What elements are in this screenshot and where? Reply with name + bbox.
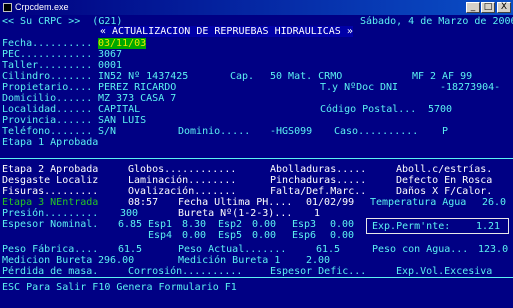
etapa1-status: Etapa 1 Aprobada bbox=[2, 137, 99, 148]
divider-status bbox=[0, 277, 513, 278]
title-bar: Crpcdem.exe _ □ X bbox=[0, 0, 513, 15]
fecha-ultima-field[interactable]: 01/02/99 bbox=[306, 197, 354, 208]
med-bureta1-label: Medición Bureta 1 bbox=[178, 255, 281, 266]
screen-title: « ACTUALIZACION DE REPRUEBAS HIDRAULICAS… bbox=[100, 26, 353, 37]
domicilio-label: Domicilio...... bbox=[2, 93, 93, 104]
peso-agua-field[interactable]: 123.0 bbox=[478, 244, 508, 255]
caso-label: Caso.......... bbox=[334, 126, 419, 137]
fecha-ultima-label: Fecha Ultima PH.... bbox=[178, 197, 293, 208]
cilindro-label: Cilindro....... bbox=[2, 71, 93, 82]
med-bureta-field[interactable]: 296.00 bbox=[98, 255, 134, 266]
abolladuras-field[interactable]: Abolladuras..... bbox=[270, 164, 366, 175]
codpostal-field[interactable]: 5700 bbox=[428, 104, 452, 115]
bureta-field[interactable]: 1 bbox=[314, 208, 320, 219]
status-bar: ESC Para Salir F10 Genera Formulario F1 bbox=[2, 282, 237, 293]
med-bureta1-field[interactable]: 2.00 bbox=[306, 255, 330, 266]
tdoc-number-field[interactable]: -18273904- bbox=[440, 82, 500, 93]
cap-field[interactable]: 50 Mat. CRMO bbox=[270, 71, 342, 82]
bureta-label: Bureta Nº(1-2-3)... bbox=[178, 208, 293, 219]
peso-actual-label: Peso Actual....... bbox=[178, 244, 287, 255]
fisuras-field[interactable]: Fisuras......... bbox=[2, 186, 98, 197]
etapa2-title: Etapa 2 Aprobada bbox=[2, 164, 99, 175]
exp-perm-label: Exp.Perm'nte: bbox=[372, 221, 451, 232]
entrada-time: 08:57 bbox=[128, 197, 159, 208]
app-icon bbox=[3, 3, 12, 12]
tdoc-label: T.y NºDoc bbox=[320, 82, 375, 93]
esp6-field[interactable]: 0.00 bbox=[330, 230, 354, 241]
pinchaduras-field[interactable]: Pinchaduras..... bbox=[270, 175, 366, 186]
telefono-field[interactable]: S/N bbox=[98, 126, 116, 137]
dominio-label: Dominio..... bbox=[178, 126, 251, 137]
corrosion-field[interactable]: Corrosión.......... bbox=[128, 266, 242, 277]
etapa3-title: Etapa 3 NEntrada bbox=[2, 197, 99, 208]
cilindro-field[interactable]: IN52 Nº 1437425 bbox=[98, 71, 188, 82]
fecha-label: Fecha.......... bbox=[2, 38, 93, 49]
window-title: Crpcdem.exe bbox=[15, 2, 69, 12]
divider-etapa2 bbox=[0, 158, 513, 159]
peso-fabrica-label: Peso Fábrica.... bbox=[2, 244, 99, 255]
esp3-field[interactable]: 0.00 bbox=[330, 219, 354, 230]
mf-field[interactable]: 2 AF 99 bbox=[430, 71, 472, 82]
taller-field[interactable]: 0001 bbox=[98, 60, 122, 71]
esp3-label: Esp3 bbox=[292, 219, 317, 230]
esp2-field[interactable]: 0.00 bbox=[252, 219, 276, 230]
pec-field[interactable]: 3067 bbox=[98, 49, 122, 60]
desgaste-field[interactable]: Desgaste Localiz bbox=[2, 175, 98, 186]
aboll-estrias-field[interactable]: Aboll.c/estrías. bbox=[396, 164, 492, 175]
temp-label: Temperatura Agua bbox=[370, 197, 467, 208]
peso-agua-label: Peso con Agua... bbox=[372, 244, 469, 255]
danos-fcalor-field[interactable]: Daños X F/Calor. bbox=[396, 186, 492, 197]
minimize-button[interactable]: _ bbox=[466, 2, 480, 13]
propietario-field[interactable]: PEREZ RICARDO bbox=[98, 82, 176, 93]
provincia-field[interactable]: SAN LUIS bbox=[98, 115, 146, 126]
codpostal-label: Código Postal... bbox=[320, 104, 417, 115]
esp4-field[interactable]: 0.00 bbox=[182, 230, 206, 241]
domicilio-field[interactable]: MZ 373 CASA 7 bbox=[98, 93, 176, 104]
caso-field[interactable]: P bbox=[442, 126, 448, 137]
fecha-field[interactable]: 03/11/03 bbox=[98, 38, 147, 49]
esp5-field[interactable]: 0.00 bbox=[252, 230, 276, 241]
maximize-button[interactable]: □ bbox=[481, 2, 495, 13]
esp5-label: Esp5 bbox=[218, 230, 243, 241]
presion-field[interactable]: 300 bbox=[120, 208, 138, 219]
cap-label: Cap. bbox=[230, 71, 255, 82]
date-display: Sábado, 4 de Marzo de 2006 bbox=[360, 16, 513, 27]
perdida-masa-field[interactable]: Pérdida de masa. bbox=[2, 266, 98, 277]
mf-label: MF bbox=[412, 71, 425, 82]
esp4-label: Esp4 bbox=[148, 230, 173, 241]
pec-label: PEC............ bbox=[2, 49, 93, 60]
esp1-field[interactable]: 8.30 bbox=[182, 219, 206, 230]
med-bureta-label: Medicion Bureta bbox=[2, 255, 93, 266]
exp-vol-field[interactable]: Exp.Vol.Excesiva bbox=[396, 266, 492, 277]
app-window: Crpcdem.exe _ □ X << Su CRPC >> (G21) Sá… bbox=[0, 0, 513, 308]
propietario-label: Propietario.... bbox=[2, 82, 93, 93]
console-area: << Su CRPC >> (G21) Sábado, 4 de Marzo d… bbox=[0, 15, 513, 308]
esp2-label: Esp2 bbox=[218, 219, 243, 230]
temp-field[interactable]: 26.0 bbox=[482, 197, 506, 208]
dominio-field[interactable]: -HGS099 bbox=[270, 126, 312, 137]
localidad-field[interactable]: CAPITAL bbox=[98, 104, 140, 115]
peso-actual-field[interactable]: 61.5 bbox=[316, 244, 340, 255]
tdoc-type-field[interactable]: DNI bbox=[380, 82, 398, 93]
espesor-label: Espesor Nominal. bbox=[2, 219, 99, 230]
exp-perm-field[interactable]: 1.21 bbox=[476, 221, 500, 232]
close-button[interactable]: X bbox=[497, 2, 511, 13]
taller-label: Taller......... bbox=[2, 60, 93, 71]
defecto-rosca-field[interactable]: Defecto En Rosca bbox=[396, 175, 492, 186]
telefono-label: Teléfono....... bbox=[2, 126, 93, 137]
provincia-label: Provincia...... bbox=[2, 115, 93, 126]
peso-fabrica-field[interactable]: 61.5 bbox=[118, 244, 142, 255]
ovalizacion-field[interactable]: Ovalización....... bbox=[128, 186, 236, 197]
laminacion-field[interactable]: Laminación........ bbox=[128, 175, 236, 186]
esp1-label: Esp1 bbox=[148, 219, 173, 230]
globos-field[interactable]: Globos............ bbox=[128, 164, 236, 175]
esp6-label: Esp6 bbox=[292, 230, 317, 241]
falta-def-field[interactable]: Falta/Def.Marc.. bbox=[270, 186, 366, 197]
presion-label: Presión......... bbox=[2, 208, 99, 219]
localidad-label: Localidad...... bbox=[2, 104, 93, 115]
espesor-defic-field[interactable]: Espesor Defic... bbox=[270, 266, 366, 277]
espesor-field[interactable]: 6.85 bbox=[118, 219, 142, 230]
